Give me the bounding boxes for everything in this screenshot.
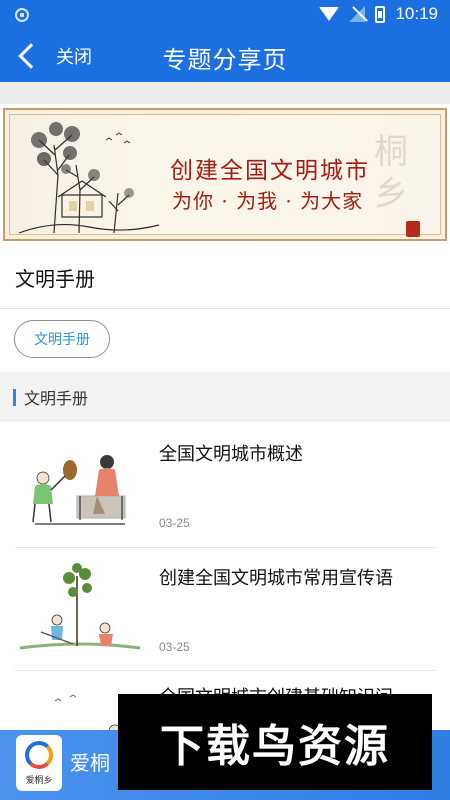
app-logo: 爱桐乡 — [16, 735, 62, 791]
top-bar: 关闭 专题分享页 — [0, 30, 450, 82]
app-name: 爱桐 — [70, 751, 110, 775]
mother-child-illustration — [32, 455, 126, 525]
wifi-icon — [319, 7, 340, 21]
article-date: 03-25 — [159, 516, 190, 530]
status-icons: 10:19 — [319, 4, 438, 24]
category-tag-button[interactable]: 文明手册 — [14, 320, 110, 358]
article-item[interactable]: 全国文明城市概述 03-25 — [15, 424, 435, 548]
banner-headline: 创建全国文明城市 — [170, 158, 370, 184]
section-heading: 文明手册 — [0, 246, 450, 308]
subheading-label: 文明手册 — [24, 389, 89, 408]
article-thumbnail — [15, 558, 145, 654]
overlay-text: 下载鸟资源 — [160, 721, 390, 772]
ink-landscape-illustration — [18, 122, 160, 234]
seal-stamp-icon — [406, 221, 420, 237]
topic-banner[interactable]: 创建全国文明城市 为你 · 为我 · 为大家 桐乡 — [3, 108, 447, 241]
section-title: 文明手册 — [15, 266, 95, 291]
list-subheading: 文明手册 — [0, 372, 450, 422]
logo-label: 爱桐乡 — [25, 776, 53, 786]
separator-band — [0, 82, 450, 104]
article-thumbnail — [15, 434, 145, 530]
banner-watermark: 桐乡 — [374, 132, 408, 214]
article-item[interactable]: 创建全国文明城市常用宣传语 03-25 — [15, 548, 435, 672]
shield-icon — [15, 8, 29, 22]
battery-charging-icon — [375, 5, 386, 23]
banner-slogan: 为你 · 为我 · 为大家 — [172, 189, 364, 213]
tree-planting-illustration — [19, 563, 141, 650]
article-date: 03-25 — [159, 640, 190, 654]
logo-ring-icon — [25, 741, 53, 769]
no-signal-icon — [349, 6, 366, 22]
accent-bar — [13, 388, 16, 406]
banner-frame: 创建全国文明城市 为你 · 为我 · 为大家 桐乡 — [9, 114, 441, 237]
divider — [0, 308, 450, 309]
status-time: 10:19 — [395, 4, 438, 23]
status-bar: 10:19 — [0, 0, 450, 30]
page-title: 专题分享页 — [162, 46, 288, 74]
download-watermark-overlay: 下载鸟资源 — [118, 694, 432, 790]
article-title: 创建全国文明城市常用宣传语 — [159, 568, 393, 589]
article-title: 全国文明城市概述 — [159, 444, 303, 465]
